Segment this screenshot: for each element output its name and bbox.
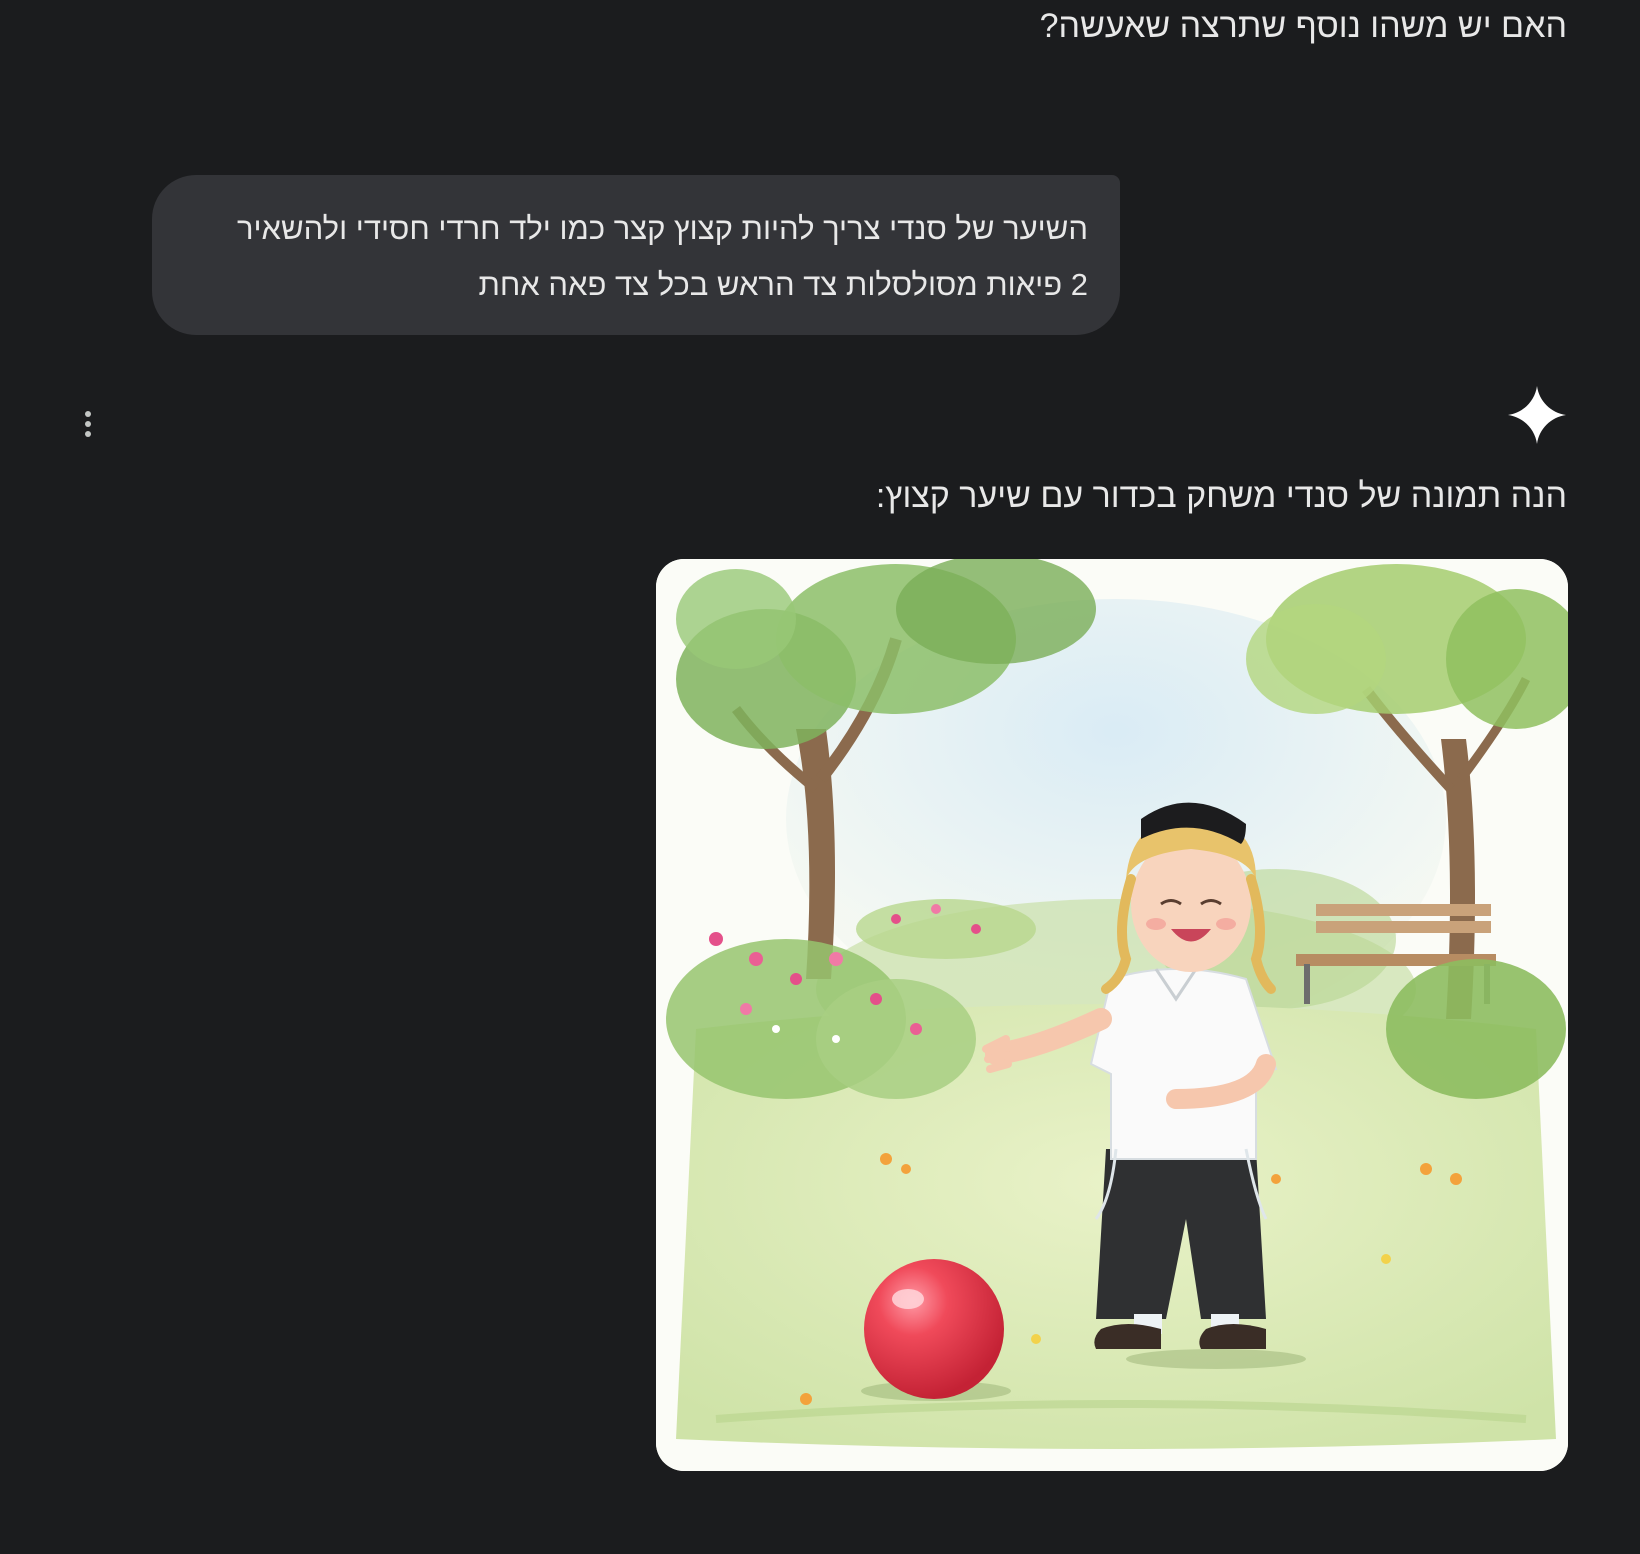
- user-message-line-1: השיער של סנדי צריך להיות קצוץ קצר כמו יל…: [236, 211, 1088, 246]
- park-illustration: [656, 559, 1568, 1471]
- generated-image[interactable]: [656, 559, 1568, 1471]
- user-message-bubble: השיער של סנדי צריך להיות קצוץ קצר כמו יל…: [152, 175, 1120, 335]
- previous-assistant-text: האם יש משהו נוסף שתרצה שאעשה?: [1039, 7, 1567, 45]
- user-message-line-2: 2 פיאות מסולסלות צד הראש בכל צד פאה אחת: [478, 267, 1088, 302]
- gemini-sparkle-icon: [1508, 386, 1566, 444]
- assistant-reply-text: הנה תמונה של סנדי משחק בכדור עם שיער קצו…: [875, 477, 1567, 515]
- more-vert-icon: [85, 411, 91, 417]
- more-vert-icon-dot: [85, 431, 91, 437]
- more-options-button[interactable]: [70, 400, 106, 448]
- more-vert-icon-dot: [85, 421, 91, 427]
